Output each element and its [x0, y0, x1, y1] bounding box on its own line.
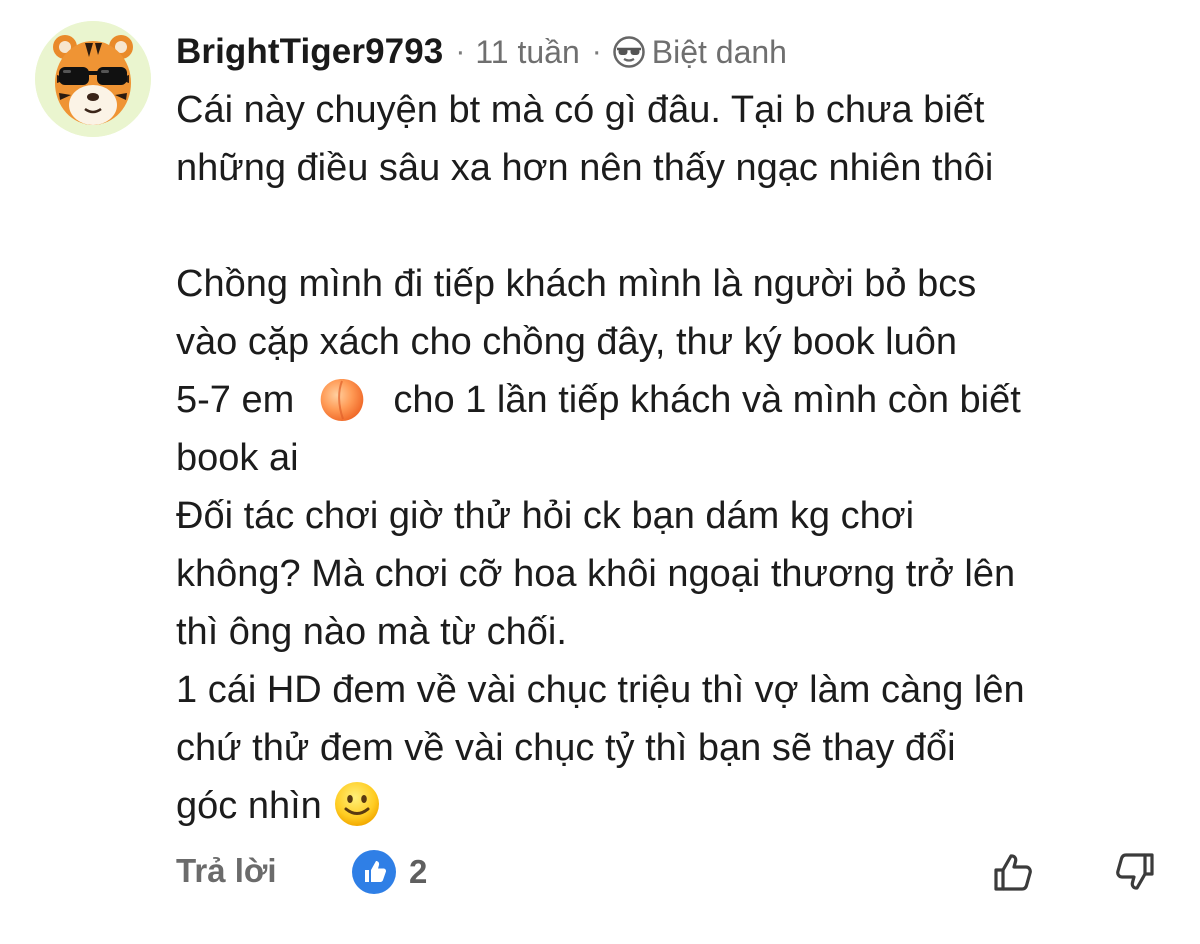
timestamp: 11 tuần: [475, 33, 580, 70]
comment-line: 1 cái HD đem về vài chục triệu thì vợ là…: [176, 669, 1025, 711]
comment-line: không? Mà chơi cỡ hoa khôi ngoại thương …: [176, 553, 1016, 595]
meta-separator: ·: [591, 35, 602, 68]
comment-header: BrightTiger9793 · 11 tuần · Biệt danh: [176, 28, 787, 76]
nickname-badge-label: Biệt danh: [651, 33, 787, 70]
meta-separator: ·: [455, 35, 466, 68]
comment-line: book ai: [176, 437, 299, 479]
comment-body: Cái này chuyện bt mà có gì đâu. Tại b ch…: [176, 81, 1186, 835]
tiger-sunglasses-avatar-icon: [35, 21, 151, 137]
comment-line: Chồng mình đi tiếp khách mình là người b…: [176, 263, 977, 305]
thumbs-up-outline-icon: [994, 854, 1032, 891]
reply-button[interactable]: Trả lời: [176, 852, 277, 890]
reaction-count: 2: [409, 853, 428, 890]
comment-line: chứ thử đem về vài chục tỷ thì bạn sẽ th…: [176, 727, 956, 769]
comment-line: Cái này chuyện bt mà có gì đâu. Tại b ch…: [176, 89, 985, 131]
username[interactable]: BrightTiger9793: [176, 32, 443, 72]
reaction-summary[interactable]: 2: [351, 849, 427, 895]
comment-meta: · 11 tuần · Biệt danh: [443, 34, 787, 71]
thumbs-down-outline-icon: [1116, 853, 1154, 890]
comment-line-with-emoji: 5-7 em cho 1 lần tiếp khách và mình còn …: [176, 371, 1186, 429]
comment-line: vào cặp xách cho chồng đây, thư ký book …: [176, 321, 958, 363]
comment-line: Đối tác chơi giờ thử hỏi ck bạn dám kg c…: [176, 495, 915, 537]
sunglasses-icon: [612, 35, 646, 69]
comment-text-segment: 5-7 em: [176, 379, 295, 421]
dislike-button[interactable]: [1110, 848, 1158, 896]
comment-actions: Trả lời 2: [0, 846, 1200, 902]
comment-line: thì ông nào mà từ chối.: [176, 611, 567, 653]
comment-text-segment: cho 1 lần tiếp khách và mình còn biết: [393, 379, 1021, 421]
comment-line-with-emoji: góc nhìn: [176, 777, 1186, 835]
peach-emoji: [315, 371, 369, 425]
smiling-face-emoji: [332, 779, 382, 829]
blue-thumbs-up-icon: [351, 849, 397, 895]
like-button[interactable]: [990, 848, 1038, 896]
avatar[interactable]: [35, 21, 151, 137]
comment-line: những điều sâu xa hơn nên thấy ngạc nhiê…: [176, 147, 994, 189]
comment-text-segment: góc nhìn: [176, 785, 322, 827]
